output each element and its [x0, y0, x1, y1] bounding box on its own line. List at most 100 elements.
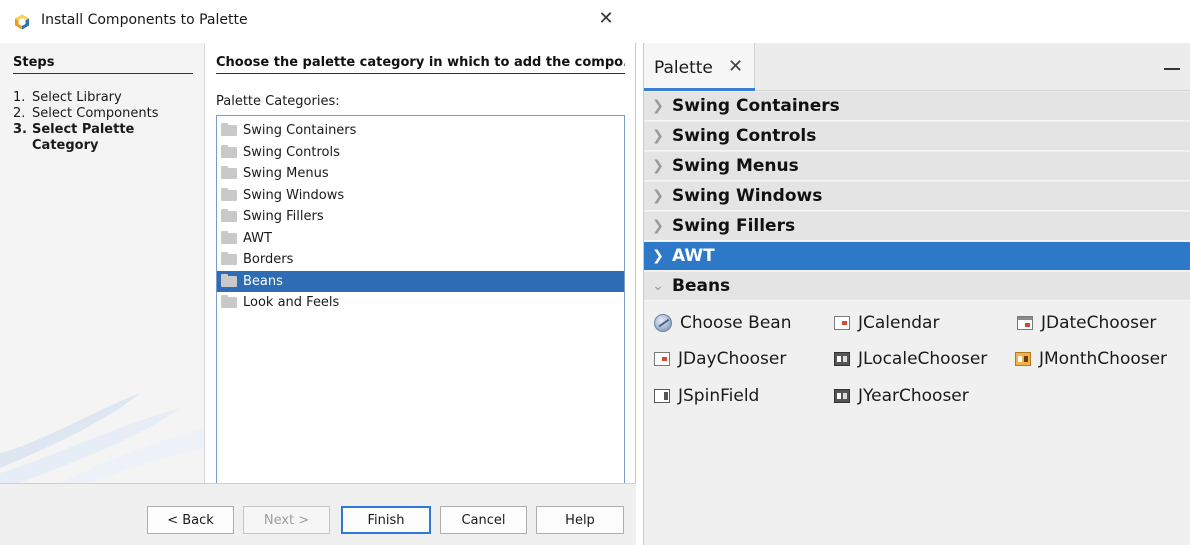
spin-field-icon — [654, 389, 670, 403]
category-label: Swing Windows — [243, 187, 345, 203]
step-number: 3. — [13, 122, 27, 137]
palette-category-swing-menus[interactable]: ❯ Swing Menus — [644, 152, 1190, 181]
step-select-palette-category: 3. Select Palette Category — [13, 122, 198, 154]
step-select-components: 2. Select Components — [13, 106, 198, 122]
chevron-right-icon: ❯ — [652, 218, 664, 234]
palette-item-label: JMonthChooser — [1039, 349, 1168, 369]
palette-item-choose-bean[interactable]: Choose Bean — [654, 311, 791, 335]
category-label: Look and Feels — [243, 295, 340, 311]
step-number: 1. — [13, 90, 26, 105]
palette-category-label: Swing Windows — [672, 186, 823, 206]
category-label: Swing Menus — [243, 166, 329, 182]
category-label: Beans — [243, 273, 283, 289]
steps-pane: Steps 1. Select Library 2. Select Compon… — [0, 43, 205, 483]
category-label: Swing Containers — [243, 123, 357, 139]
chevron-down-icon: ⌄ — [652, 278, 664, 294]
step-number: 2. — [13, 106, 26, 121]
netbeans-app-icon — [15, 14, 29, 30]
palette-category-awt[interactable]: ❯ AWT — [644, 242, 1190, 271]
wizard-content: Choose the palette category in which to … — [205, 43, 636, 485]
chevron-right-icon: ❯ — [652, 188, 664, 204]
category-item-awt[interactable]: AWT — [217, 228, 624, 250]
finish-button[interactable]: Finish — [341, 506, 431, 534]
steps-list: 1. Select Library 2. Select Components 3… — [13, 90, 198, 154]
step-label: Select Library — [32, 90, 122, 105]
palette-item-jmonthchooser[interactable]: JMonthChooser — [1015, 347, 1167, 371]
palette-item-jdaychooser[interactable]: JDayChooser — [654, 347, 786, 371]
palette-item-jdatechooser[interactable]: JDateChooser — [1017, 311, 1156, 335]
palette-item-jcalendar[interactable]: JCalendar — [834, 311, 939, 335]
close-icon[interactable]: ✕ — [594, 7, 618, 31]
palette-category-swing-controls[interactable]: ❯ Swing Controls — [644, 122, 1190, 151]
category-item-swing-windows[interactable]: Swing Windows — [217, 185, 624, 207]
palette-panel: Palette ✕ ❯ Swing Containers ❯ Swing Contr… — [643, 43, 1190, 545]
palette-item-label: JDateChooser — [1041, 313, 1157, 333]
palette-item-label: JCalendar — [858, 313, 940, 333]
palette-item-label: Choose Bean — [680, 313, 792, 333]
folder-icon — [221, 209, 237, 223]
chevron-right-icon: ❯ — [652, 98, 664, 114]
palette-category-label: Swing Menus — [672, 156, 799, 176]
palette-item-label: JYearChooser — [858, 386, 969, 406]
palette-categories-label: Palette Categories: — [216, 94, 340, 109]
palette-item-jspinfield[interactable]: JSpinField — [654, 384, 759, 408]
palette-category-swing-fillers[interactable]: ❯ Swing Fillers — [644, 212, 1190, 241]
year-chooser-icon — [834, 389, 850, 403]
back-button[interactable]: < Back — [147, 506, 234, 534]
dialog-footer: < Back Next > Finish Cancel Help — [0, 483, 636, 545]
category-label: AWT — [243, 230, 272, 246]
category-item-beans[interactable]: Beans — [217, 270, 624, 292]
close-tab-icon[interactable]: ✕ — [728, 56, 743, 77]
minimize-icon[interactable] — [1164, 68, 1180, 70]
wizard-swoosh-graphic — [0, 393, 204, 483]
category-item-swing-controls[interactable]: Swing Controls — [217, 142, 624, 164]
next-button[interactable]: Next > — [243, 506, 330, 534]
palette-categories-list[interactable]: Swing Containers Swing Controls Swing Me… — [216, 115, 625, 485]
step-select-library: 1. Select Library — [13, 90, 198, 106]
locale-chooser-icon — [834, 352, 850, 366]
folder-icon — [221, 230, 237, 244]
category-item-swing-fillers[interactable]: Swing Fillers — [217, 206, 624, 228]
date-chooser-icon — [1017, 316, 1033, 330]
folder-icon — [221, 295, 237, 309]
palette-category-swing-windows[interactable]: ❯ Swing Windows — [644, 182, 1190, 211]
dialog-titlebar: Install Components to Palette ✕ — [0, 0, 636, 43]
calendar-icon — [834, 316, 850, 330]
category-item-look-and-feels[interactable]: Look and Feels — [217, 292, 624, 314]
chevron-right-icon: ❯ — [652, 248, 664, 264]
folder-icon — [221, 144, 237, 158]
folder-icon — [221, 252, 237, 266]
palette-item-label: JLocaleChooser — [858, 349, 988, 369]
folder-icon — [221, 123, 237, 137]
palette-item-jyearchooser[interactable]: JYearChooser — [834, 384, 969, 408]
step-label: Select Palette Category — [32, 122, 135, 153]
palette-category-label: Swing Containers — [672, 96, 840, 116]
folder-icon — [221, 187, 237, 201]
category-item-borders[interactable]: Borders — [217, 249, 624, 271]
palette-item-jlocalechooser[interactable]: JLocaleChooser — [834, 347, 987, 371]
palette-item-label: JSpinField — [678, 386, 760, 406]
folder-icon — [221, 273, 237, 287]
steps-heading: Steps — [13, 55, 193, 74]
palette-category-label: Swing Controls — [672, 126, 817, 146]
dialog-title: Install Components to Palette — [41, 12, 248, 28]
category-label: Swing Controls — [243, 144, 340, 160]
tab-palette[interactable]: Palette ✕ — [644, 43, 755, 91]
palette-category-swing-containers[interactable]: ❯ Swing Containers — [644, 92, 1190, 121]
category-item-swing-menus[interactable]: Swing Menus — [217, 163, 624, 185]
step-label: Select Components — [32, 106, 159, 121]
help-button[interactable]: Help — [536, 506, 624, 534]
palette-category-label: Beans — [672, 276, 731, 296]
active-tab-indicator — [644, 88, 755, 91]
category-label: Swing Fillers — [243, 209, 324, 225]
category-item-swing-containers[interactable]: Swing Containers — [217, 120, 624, 142]
month-chooser-icon — [1015, 352, 1031, 366]
palette-category-beans[interactable]: ⌄ Beans — [644, 272, 1190, 301]
day-chooser-icon — [654, 352, 670, 366]
install-components-dialog: Install Components to Palette ✕ Steps 1.… — [0, 0, 636, 545]
cancel-button[interactable]: Cancel — [440, 506, 527, 534]
folder-icon — [221, 166, 237, 180]
palette-category-label: AWT — [672, 246, 715, 266]
palette-item-label: JDayChooser — [678, 349, 787, 369]
palette-tab-label: Palette — [654, 58, 713, 78]
